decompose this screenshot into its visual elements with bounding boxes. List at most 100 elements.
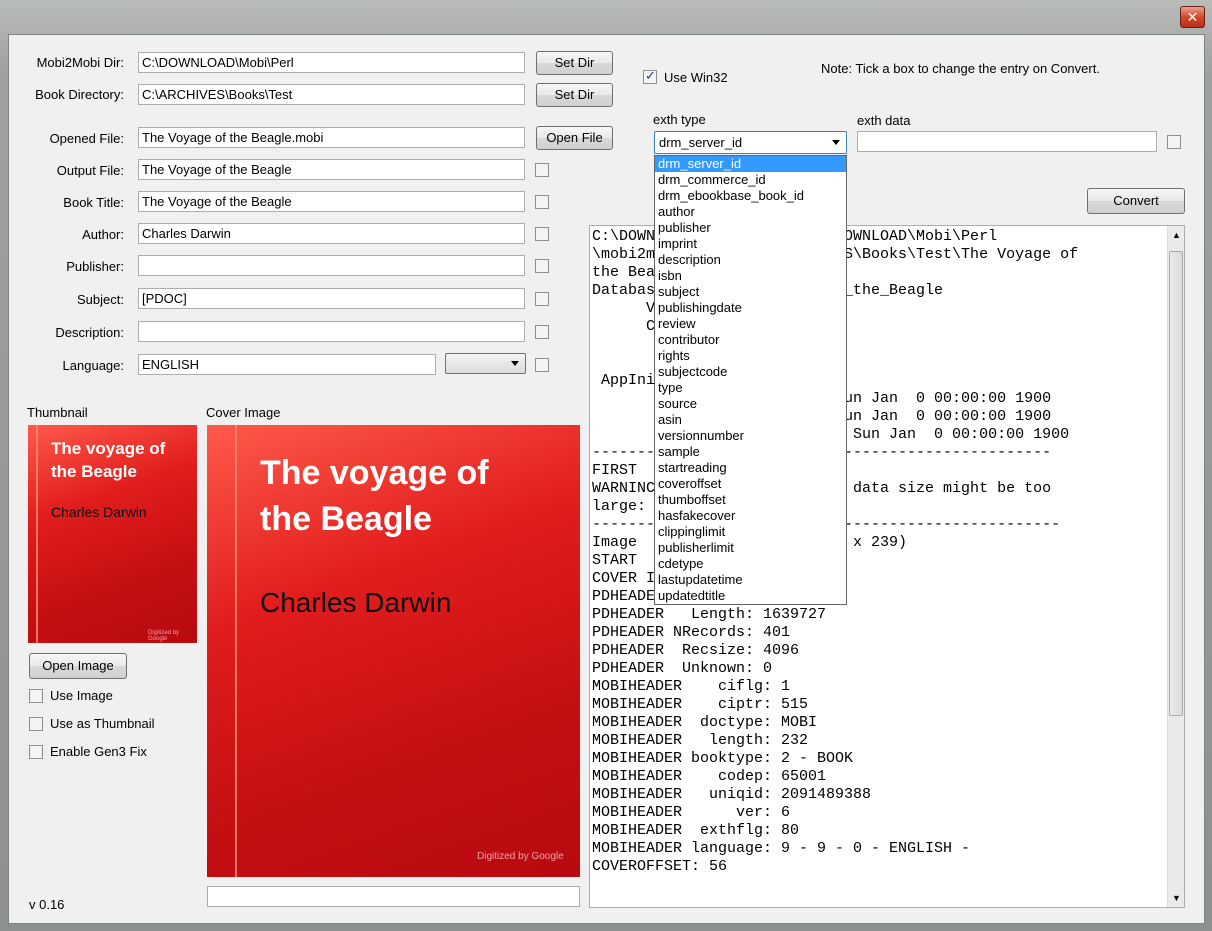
log-scrollbar[interactable]: ▲ ▼ bbox=[1167, 226, 1184, 907]
dropdown-option[interactable]: drm_server_id bbox=[655, 156, 846, 172]
use-as-thumbnail-label: Use as Thumbnail bbox=[50, 716, 155, 731]
dropdown-option[interactable]: review bbox=[655, 316, 846, 332]
convert-button[interactable]: Convert bbox=[1087, 188, 1185, 214]
log-line: MOBIHEADER ciptr: 515 bbox=[592, 696, 809, 713]
description-field[interactable] bbox=[138, 321, 525, 342]
dropdown-option[interactable]: cdetype bbox=[655, 556, 846, 572]
dropdown-option[interactable]: type bbox=[655, 380, 846, 396]
exth-data-label: exth data bbox=[857, 113, 911, 128]
dropdown-option[interactable]: versionnumber bbox=[655, 428, 846, 444]
set-book-dir-button[interactable]: Set Dir bbox=[536, 83, 613, 107]
dropdown-option[interactable]: asin bbox=[655, 412, 846, 428]
dropdown-option[interactable]: hasfakecover bbox=[655, 508, 846, 524]
open-file-button[interactable]: Open File bbox=[536, 126, 613, 150]
language-dropdown[interactable] bbox=[445, 353, 526, 374]
log-line: MOBIHEADER length: 232 bbox=[592, 732, 809, 749]
dropdown-option[interactable]: lastupdatetime bbox=[655, 572, 846, 588]
cover-image: The voyage of the Beagle Charles Darwin … bbox=[207, 425, 580, 877]
dropdown-option[interactable]: subject bbox=[655, 284, 846, 300]
dropdown-option[interactable]: contributor bbox=[655, 332, 846, 348]
use-win32-checkbox[interactable] bbox=[643, 68, 657, 84]
publisher-checkbox[interactable] bbox=[535, 259, 549, 273]
dropdown-option[interactable]: isbn bbox=[655, 268, 846, 284]
open-image-button[interactable]: Open Image bbox=[29, 653, 127, 679]
description-label: Description: bbox=[55, 325, 124, 340]
subject-field[interactable]: [PDOC] bbox=[138, 288, 525, 309]
log-line: COVEROFFSET: 56 bbox=[592, 858, 728, 875]
log-line: PDHEADER Unknown: 0 bbox=[592, 660, 773, 677]
subject-checkbox[interactable] bbox=[535, 292, 549, 306]
close-icon: ✕ bbox=[1186, 9, 1199, 25]
exth-data-checkbox[interactable] bbox=[1167, 135, 1181, 149]
exth-data-field[interactable] bbox=[857, 131, 1157, 152]
dropdown-option[interactable]: publisher bbox=[655, 220, 846, 236]
use-as-thumbnail-checkbox[interactable] bbox=[29, 717, 43, 731]
dropdown-option[interactable]: publishingdate bbox=[655, 300, 846, 316]
log-scrollbar-thumb[interactable] bbox=[1169, 251, 1183, 716]
thumbnail-author: Charles Darwin bbox=[51, 504, 147, 520]
thumbnail-image: The voyage of the Beagle Charles Darwin … bbox=[28, 425, 197, 643]
publisher-label: Publisher: bbox=[66, 259, 124, 274]
dropdown-option[interactable]: author bbox=[655, 204, 846, 220]
subject-label: Subject: bbox=[77, 292, 124, 307]
mobi-dir-label: Mobi2Mobi Dir: bbox=[36, 55, 124, 70]
output-file-checkbox[interactable] bbox=[535, 163, 549, 177]
enable-gen3-fix-checkbox[interactable] bbox=[29, 745, 43, 759]
dropdown-option[interactable]: drm_ebookbase_book_id bbox=[655, 188, 846, 204]
dropdown-option[interactable]: imprint bbox=[655, 236, 846, 252]
scroll-up-icon[interactable]: ▲ bbox=[1172, 230, 1181, 240]
dropdown-option[interactable]: updatedtitle bbox=[655, 588, 846, 604]
thumbnail-label: Thumbnail bbox=[27, 405, 88, 420]
log-line: MOBIHEADER language: 9 - 9 - 0 - ENGLISH… bbox=[592, 840, 971, 857]
description-checkbox[interactable] bbox=[535, 325, 549, 339]
use-image-checkbox[interactable] bbox=[29, 689, 43, 703]
book-dir-label: Book Directory: bbox=[35, 87, 124, 102]
cover-caption-field[interactable] bbox=[207, 886, 580, 907]
log-line: MOBIHEADER uniqid: 2091489388 bbox=[592, 786, 872, 803]
note-text: Note: Tick a box to change the entry on … bbox=[821, 61, 1100, 76]
dropdown-option[interactable]: clippinglimit bbox=[655, 524, 846, 540]
exth-type-dropdown[interactable]: drm_server_id bbox=[654, 131, 847, 154]
dropdown-option[interactable]: drm_commerce_id bbox=[655, 172, 846, 188]
dropdown-option[interactable]: publisherlimit bbox=[655, 540, 846, 556]
log-line: MOBIHEADER doctype: MOBI bbox=[592, 714, 818, 731]
book-dir-field[interactable]: C:\ARCHIVES\Books\Test bbox=[138, 84, 525, 105]
dropdown-option[interactable]: startreading bbox=[655, 460, 846, 476]
language-field[interactable]: ENGLISH bbox=[138, 354, 436, 375]
cover-spine bbox=[235, 425, 237, 877]
dropdown-option[interactable]: thumboffset bbox=[655, 492, 846, 508]
book-title-checkbox[interactable] bbox=[535, 195, 549, 209]
dropdown-option[interactable]: coveroffset bbox=[655, 476, 846, 492]
chevron-down-icon bbox=[511, 361, 519, 366]
author-field[interactable]: Charles Darwin bbox=[138, 223, 525, 244]
book-title-field[interactable]: The Voyage of the Beagle bbox=[138, 191, 525, 212]
publisher-field[interactable] bbox=[138, 255, 525, 276]
log-line: PDHEADER Recsize: 4096 bbox=[592, 642, 800, 659]
log-line: MOBIHEADER exthflg: 80 bbox=[592, 822, 800, 839]
exth-type-dropdown-list: drm_server_id drm_commerce_id drm_ebookbas… bbox=[654, 155, 847, 605]
output-file-field[interactable]: The Voyage of the Beagle bbox=[138, 159, 525, 180]
dropdown-option[interactable]: subjectcode bbox=[655, 364, 846, 380]
dropdown-option[interactable]: description bbox=[655, 252, 846, 268]
log-line: MOBIHEADER booktype: 2 - BOOK bbox=[592, 750, 854, 767]
output-file-label: Output File: bbox=[56, 163, 124, 178]
version-label: v 0.16 bbox=[29, 897, 65, 912]
title-bar: ✕ bbox=[0, 0, 1212, 34]
log-line: MOBIHEADER ciflg: 1 bbox=[592, 678, 791, 695]
opened-file-field[interactable]: The Voyage of the Beagle.mobi bbox=[138, 127, 525, 148]
scroll-down-icon[interactable]: ▼ bbox=[1172, 893, 1181, 903]
dropdown-option[interactable]: sample bbox=[655, 444, 846, 460]
mobi-dir-field[interactable]: C:\DOWNLOAD\Mobi\Perl bbox=[138, 52, 525, 73]
thumbnail-title-line1: The voyage of bbox=[51, 439, 166, 458]
dropdown-option[interactable]: rights bbox=[655, 348, 846, 364]
author-checkbox[interactable] bbox=[535, 227, 549, 241]
close-button[interactable]: ✕ bbox=[1180, 6, 1205, 28]
cover-image-label: Cover Image bbox=[206, 405, 281, 420]
app-window: ✕ Mobi2Mobi Dir: C:\DOWNLOAD\Mobi\Perl S… bbox=[0, 0, 1212, 931]
dropdown-option[interactable]: source bbox=[655, 396, 846, 412]
language-checkbox[interactable] bbox=[535, 358, 549, 372]
set-mobi-dir-button[interactable]: Set Dir bbox=[536, 51, 613, 75]
exth-type-label: exth type bbox=[653, 112, 706, 127]
main-panel: Mobi2Mobi Dir: C:\DOWNLOAD\Mobi\Perl Set… bbox=[8, 34, 1205, 924]
thumbnail-spine bbox=[36, 425, 38, 643]
